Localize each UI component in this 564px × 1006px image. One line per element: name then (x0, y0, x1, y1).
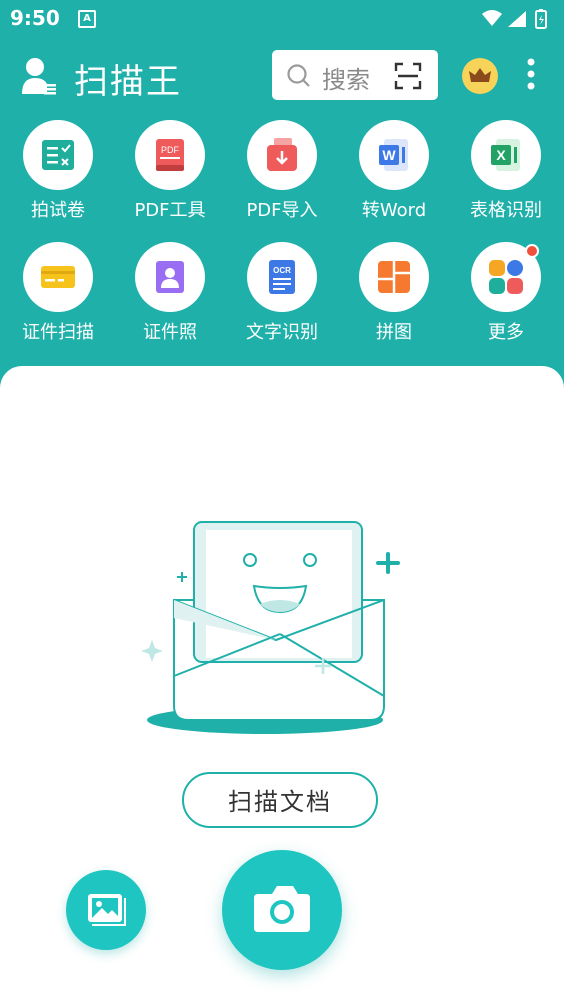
svg-text:PDF: PDF (161, 145, 180, 155)
tool-ocr[interactable]: OCR 文字识别 (226, 242, 338, 344)
tool-label: 拼图 (376, 322, 412, 343)
tool-exam[interactable]: 拍试卷 (2, 120, 114, 222)
tool-to-word[interactable]: W 转Word (338, 120, 450, 222)
tool-table-recognition[interactable]: X 表格识别 (450, 120, 562, 222)
tool-circle: OCR (247, 242, 317, 312)
notification-icon: A (78, 10, 96, 28)
tool-circle (359, 242, 429, 312)
tool-circle (23, 120, 93, 190)
notification-dot (525, 244, 539, 258)
tool-id-photo[interactable]: 证件照 (114, 242, 226, 344)
tool-collage[interactable]: 拼图 (338, 242, 450, 344)
tool-circle: W (359, 120, 429, 190)
tool-more[interactable]: 更多 (450, 242, 562, 344)
tool-circle (471, 242, 541, 312)
tool-label: 拍试卷 (31, 200, 85, 221)
envelope-illustration (141, 521, 400, 734)
more-apps-icon (489, 260, 523, 294)
main-panel: 扫描文档 (0, 366, 564, 1006)
collage-icon (378, 261, 410, 293)
tool-circle (135, 242, 205, 312)
tool-label: PDF工具 (134, 200, 206, 221)
user-icon[interactable] (20, 56, 58, 96)
pdf-import-icon (267, 138, 297, 171)
top-bar: 扫描王 搜索 (0, 44, 564, 110)
svg-text:X: X (496, 147, 506, 163)
import-from-gallery-button[interactable] (66, 870, 146, 950)
vip-crown-icon[interactable] (462, 58, 498, 94)
exam-icon (42, 140, 74, 170)
scan-document-button[interactable]: 扫描文档 (182, 772, 378, 828)
pdf-book-icon: PDF (156, 139, 184, 171)
id-card-icon (41, 266, 75, 288)
tool-pdf-import[interactable]: PDF导入 (226, 120, 338, 222)
search-icon (286, 63, 312, 93)
tool-label: 证件扫描 (22, 322, 94, 343)
wifi-signal-battery-icon (482, 9, 547, 29)
app-title: 扫描王 (74, 62, 182, 102)
excel-icon: X (491, 139, 520, 171)
tool-label: 转Word (361, 200, 427, 221)
status-icons (480, 8, 552, 34)
tool-circle: PDF (135, 120, 205, 190)
ocr-icon: OCR (269, 260, 295, 294)
tool-circle (23, 242, 93, 312)
tool-circle (247, 120, 317, 190)
camera-icon (254, 886, 310, 932)
search-bar[interactable]: 搜索 (272, 50, 438, 100)
status-time: 9:50 (10, 6, 60, 30)
status-bar: 9:50 A (0, 0, 564, 38)
tool-label: 文字识别 (246, 322, 318, 343)
scan-code-icon[interactable] (394, 62, 422, 94)
tool-label: 证件照 (143, 322, 197, 343)
tool-id-scan[interactable]: 证件扫描 (2, 242, 114, 344)
word-icon: W (379, 139, 408, 171)
search-placeholder: 搜索 (322, 66, 370, 94)
more-options-icon[interactable] (524, 56, 538, 96)
svg-text:W: W (382, 147, 396, 163)
svg-text:OCR: OCR (273, 266, 291, 275)
gallery-icon (88, 894, 126, 926)
tool-circle: X (471, 120, 541, 190)
tool-label: 表格识别 (470, 200, 542, 221)
tool-pdf-tools[interactable]: PDF PDF工具 (114, 120, 226, 222)
tool-label: 更多 (488, 322, 524, 343)
tool-label: PDF导入 (246, 200, 318, 221)
camera-shutter-button[interactable] (222, 850, 342, 970)
id-photo-icon (156, 261, 184, 293)
